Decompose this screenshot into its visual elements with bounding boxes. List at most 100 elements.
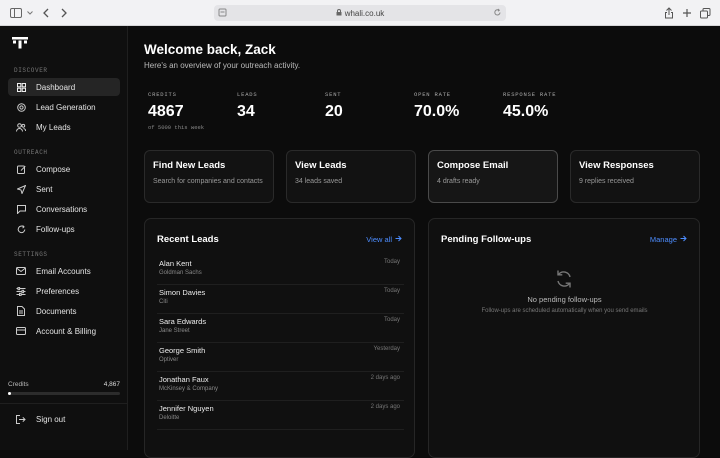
- card-view-responses[interactable]: View Responses 9 replies received: [570, 150, 700, 203]
- sidebar-item-my-leads[interactable]: My Leads: [8, 118, 120, 136]
- stat-value: 45.0%: [503, 103, 549, 120]
- chat-icon: [14, 204, 28, 214]
- sidebar-item-preferences[interactable]: Preferences: [8, 282, 120, 300]
- page-subtitle: Here's an overview of your outreach acti…: [144, 61, 301, 70]
- sidebar-item-label: Conversations: [36, 204, 88, 214]
- sidebar-item-conversations[interactable]: Conversations: [8, 200, 120, 218]
- empty-state-title: No pending follow-ups: [527, 295, 602, 304]
- stat-sent: SENT 20: [325, 91, 343, 121]
- manage-link[interactable]: Manage: [650, 235, 687, 244]
- credits-progress-bar: [8, 392, 120, 395]
- stat-subtext: of 5000 this week: [148, 124, 205, 131]
- sidebar-item-label: My Leads: [36, 122, 71, 132]
- lead-row[interactable]: Jennifer Nguyen Deloitte 2 days ago: [157, 401, 404, 430]
- sidebar-item-lead-generation[interactable]: Lead Generation: [8, 98, 120, 116]
- sidebar-item-dashboard[interactable]: Dashboard: [8, 78, 120, 96]
- forward-icon[interactable]: [56, 5, 72, 21]
- sidebar-divider: [0, 403, 128, 404]
- target-icon: [14, 102, 28, 112]
- manage-label: Manage: [649, 235, 677, 244]
- lead-time: Yesterday: [373, 346, 400, 352]
- card-subtitle: Search for companies and contacts: [153, 178, 263, 185]
- lead-time: Today: [383, 317, 400, 323]
- new-tab-icon[interactable]: [679, 5, 695, 21]
- main-content: Welcome back, Zack Here's an overview of…: [129, 26, 720, 458]
- stat-value: 34: [237, 103, 255, 120]
- lead-name: George Smith: [159, 346, 206, 355]
- lead-company: Goldman Sachs: [159, 270, 202, 276]
- panel-title: Pending Follow-ups: [441, 234, 532, 245]
- page-title: Welcome back, Zack: [144, 42, 276, 57]
- lead-row[interactable]: George Smith Optiver Yesterday: [157, 343, 404, 372]
- sidebar-item-documents[interactable]: Documents: [8, 302, 120, 320]
- lead-time: 2 days ago: [370, 404, 400, 410]
- lead-name: Simon Davies: [159, 288, 206, 297]
- grid-icon: [14, 82, 28, 92]
- lead-row[interactable]: Sara Edwards Jane Street Today: [157, 314, 404, 343]
- recent-leads-panel: Recent Leads View all Alan Kent Goldman …: [144, 218, 415, 458]
- lead-company: Deloitte: [159, 415, 180, 421]
- sidebar-item-sent[interactable]: Sent: [8, 180, 120, 198]
- sidebar-item-label: Email Accounts: [36, 266, 91, 276]
- stat-label: SENT: [325, 91, 342, 98]
- lead-name: Jonathan Faux: [159, 375, 209, 384]
- card-title: View Leads: [295, 160, 347, 171]
- section-discover: DISCOVER: [14, 67, 48, 74]
- sidebar-item-label: Follow-ups: [36, 224, 75, 234]
- address-bar[interactable]: whali.co.uk: [214, 5, 506, 21]
- sign-out-label: Sign out: [36, 414, 66, 424]
- lead-name: Jennifer Nguyen: [159, 404, 214, 413]
- card-subtitle: 9 replies received: [579, 178, 634, 185]
- back-icon[interactable]: [38, 5, 54, 21]
- card-compose-email[interactable]: Compose Email 4 drafts ready: [428, 150, 558, 203]
- page-icon: [218, 8, 227, 19]
- lead-time: Today: [383, 288, 400, 294]
- sidebar-item-account-billing[interactable]: Account & Billing: [8, 322, 120, 340]
- sidebar-item-follow-ups[interactable]: Follow-ups: [8, 220, 120, 238]
- reload-icon[interactable]: [493, 8, 502, 19]
- sidebar-item-label: Sent: [36, 184, 53, 194]
- document-icon: [14, 306, 28, 316]
- card-title: Find New Leads: [153, 160, 226, 171]
- lead-row[interactable]: Jonathan Faux McKinsey & Company 2 days …: [157, 372, 404, 401]
- section-outreach: OUTREACH: [14, 149, 48, 156]
- stat-response-rate: RESPONSE RATE 45.0%: [503, 91, 556, 121]
- send-icon: [14, 184, 28, 194]
- credits-label: Credits: [8, 381, 29, 388]
- card-find-new-leads[interactable]: Find New Leads Search for companies and …: [144, 150, 274, 203]
- stat-label: LEADS: [237, 91, 258, 98]
- lead-company: Jane Street: [159, 328, 190, 334]
- logo[interactable]: [12, 36, 28, 54]
- sidebar-item-label: Dashboard: [36, 82, 76, 92]
- app: DISCOVER Dashboard Lead Generation My Le…: [0, 26, 720, 458]
- sliders-icon: [14, 286, 28, 296]
- sidebar-item-label: Documents: [36, 306, 77, 316]
- lock-icon: [336, 8, 342, 18]
- logout-icon: [14, 414, 28, 424]
- browser-toolbar: whali.co.uk: [0, 0, 720, 26]
- arrow-right-icon: [680, 235, 687, 244]
- sidebar-item-email-accounts[interactable]: Email Accounts: [8, 262, 120, 280]
- sign-out-button[interactable]: Sign out: [8, 410, 120, 428]
- lead-row[interactable]: Simon Davies Citi Today: [157, 285, 404, 314]
- stat-value: 70.0%: [414, 103, 460, 120]
- sidebar-item-label: Compose: [36, 164, 71, 174]
- empty-state-subtitle: Follow-ups are scheduled automatically w…: [481, 308, 648, 314]
- credits-summary: Credits 4,867: [8, 381, 120, 388]
- sidebar-item-compose[interactable]: Compose: [8, 160, 120, 178]
- card-title: View Responses: [579, 160, 654, 171]
- card-view-leads[interactable]: View Leads 34 leads saved: [286, 150, 416, 203]
- pending-followups-panel: Pending Follow-ups Manage No pending fol…: [428, 218, 700, 458]
- stat-leads: LEADS 34: [237, 91, 258, 121]
- credits-progress-fill: [8, 392, 12, 395]
- lead-row[interactable]: Alan Kent Goldman Sachs Today: [157, 256, 404, 285]
- view-all-link[interactable]: View all: [366, 235, 402, 244]
- share-icon[interactable]: [661, 5, 677, 21]
- stat-label: RESPONSE RATE: [503, 91, 557, 98]
- sidebar-item-label: Lead Generation: [36, 102, 96, 112]
- card-subtitle: 4 drafts ready: [437, 178, 480, 185]
- url-text: whali.co.uk: [344, 8, 385, 18]
- chevron-down-icon[interactable]: [22, 5, 38, 21]
- stat-value: 4867: [148, 103, 184, 120]
- tabs-overview-icon[interactable]: [697, 5, 713, 21]
